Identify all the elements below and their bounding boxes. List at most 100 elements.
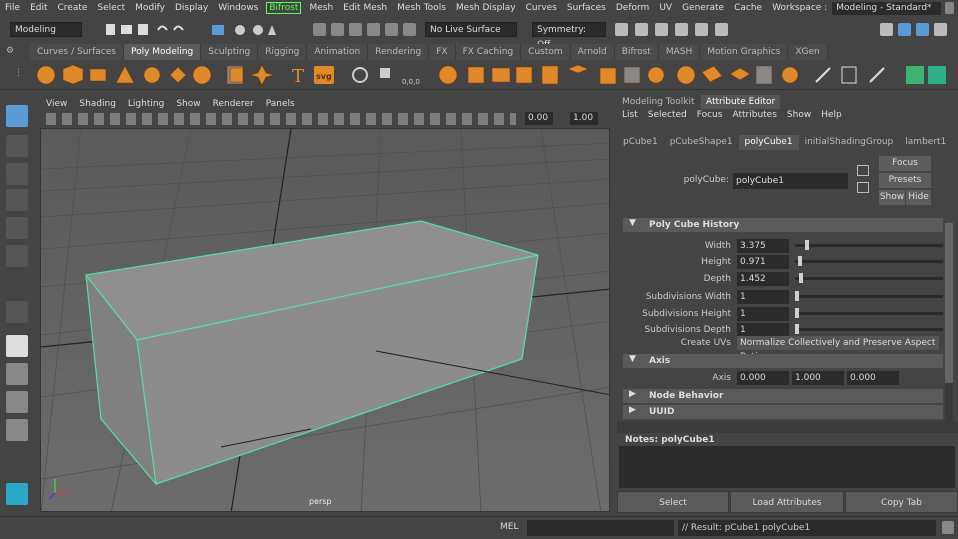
menu-generate[interactable]: Generate	[677, 3, 729, 13]
hide-button[interactable]: Hide	[906, 190, 931, 205]
show-button[interactable]: Show	[879, 190, 905, 205]
presets-button[interactable]: Presets	[879, 173, 931, 188]
menuset-dropdown[interactable]: Modeling	[10, 22, 82, 37]
live-surface-field[interactable]: No Live Surface	[425, 22, 517, 37]
focus-node-icon[interactable]	[857, 165, 869, 176]
attr-slider-knob[interactable]	[795, 291, 799, 301]
hypershade-icon[interactable]	[675, 23, 688, 36]
attr-slider-knob[interactable]	[795, 324, 799, 334]
attr-value-field[interactable]: 1	[737, 290, 789, 304]
ae-menu-show[interactable]: Show	[782, 110, 816, 124]
viewport-menu-lighting[interactable]: Lighting	[122, 99, 170, 109]
copy-tab-button[interactable]: Copy Tab	[845, 491, 958, 513]
menu-surfaces[interactable]: Surfaces	[562, 3, 611, 13]
load-attributes-button[interactable]: Load Attributes	[730, 491, 844, 513]
copy-tab-icon[interactable]	[857, 182, 869, 193]
notes-textarea[interactable]	[619, 446, 955, 488]
menu-edit[interactable]: Edit	[25, 3, 52, 13]
viewport-3d[interactable]: persp	[40, 128, 610, 512]
tab-bifrost[interactable]: Bifrost	[614, 44, 659, 60]
attr-slider-track[interactable]	[795, 295, 943, 298]
outliner-view-icon[interactable]	[6, 419, 28, 441]
menu-curves[interactable]: Curves	[521, 3, 562, 13]
tab-animation[interactable]: Animation	[307, 44, 369, 60]
pause-icon[interactable]	[715, 23, 728, 36]
modeling-toolkit-icon[interactable]	[898, 23, 911, 36]
tab-mash[interactable]: MASH	[658, 44, 701, 60]
ae-menu-help[interactable]: Help	[816, 110, 847, 124]
channel-box-icon[interactable]	[934, 23, 947, 36]
tab-sculpting[interactable]: Sculpting	[201, 44, 259, 60]
attr-slider-knob[interactable]	[799, 273, 804, 283]
notes-splitter[interactable]	[617, 421, 958, 433]
focus-button[interactable]: Focus	[879, 156, 931, 171]
menu-mesh-display[interactable]: Mesh Display	[451, 3, 521, 13]
tab-modeling-toolkit[interactable]: Modeling Toolkit	[617, 95, 700, 109]
rotate-tool-icon[interactable]	[6, 217, 28, 239]
node-tab-lambert1[interactable]: lambert1	[899, 135, 952, 150]
node-tab-pcubeshape1[interactable]: pCubeShape1	[664, 135, 739, 150]
menu-file[interactable]: File	[0, 3, 25, 13]
tab-fx-caching[interactable]: FX Caching	[455, 44, 522, 60]
lasso-tool-icon[interactable]	[6, 135, 28, 157]
menu-select[interactable]: Select	[92, 3, 130, 13]
viewport-menu-shading[interactable]: Shading	[73, 99, 122, 109]
attribute-scrollbar[interactable]	[945, 223, 953, 423]
symmetry-dropdown[interactable]: Symmetry: Off	[532, 22, 606, 50]
tab-custom[interactable]: Custom	[521, 44, 571, 60]
create-uvs-dropdown[interactable]: Normalize Collectively and Preserve Aspe…	[737, 336, 939, 362]
tab-curves-surfaces[interactable]: Curves / Surfaces	[30, 44, 124, 60]
attr-value-field[interactable]: 3.375	[737, 239, 789, 253]
ipr-render-icon[interactable]	[635, 23, 648, 36]
attr-slider-track[interactable]	[795, 312, 943, 315]
exposure-field[interactable]: 0.00	[525, 112, 553, 125]
snap-plane-icon[interactable]	[367, 23, 380, 36]
workspace-dropdown[interactable]: Modeling - Standard*	[832, 1, 941, 15]
node-tab-initialshadinggroup[interactable]: initialShadingGroup	[799, 135, 900, 150]
ae-menu-attributes[interactable]: Attributes	[727, 110, 781, 124]
select-button[interactable]: Select	[617, 491, 729, 513]
tab-motion-graphics[interactable]: Motion Graphics	[700, 44, 789, 60]
scrollbar-thumb[interactable]	[945, 223, 953, 383]
render-view-icon[interactable]	[695, 23, 708, 36]
attr-value-field[interactable]: 1	[737, 307, 789, 321]
snap-curve-icon[interactable]	[331, 23, 344, 36]
tab-fx[interactable]: FX	[429, 44, 456, 60]
menu-display[interactable]: Display	[170, 3, 213, 13]
node-tab-pcube1[interactable]: pCube1	[617, 135, 664, 150]
node-name-field[interactable]: polyCube1	[733, 173, 848, 189]
select-tool-icon[interactable]	[6, 105, 28, 127]
tab-rigging[interactable]: Rigging	[258, 44, 308, 60]
viewport-menu-panels[interactable]: Panels	[260, 99, 301, 109]
attr-value-field[interactable]: 1.452	[737, 272, 789, 286]
attr-value-field[interactable]: 0.971	[737, 255, 789, 269]
snap-grid-icon[interactable]	[313, 23, 326, 36]
tab-rendering[interactable]: Rendering	[368, 44, 430, 60]
axis-x-field[interactable]: 0.000	[737, 371, 789, 385]
attr-slider-track[interactable]	[795, 328, 943, 331]
shelf-menu-icon[interactable]: ⋮	[14, 68, 23, 78]
gamma-field[interactable]: 1.00	[570, 112, 598, 125]
menu-deform[interactable]: Deform	[611, 3, 654, 13]
menu-mesh[interactable]: Mesh	[304, 3, 338, 13]
viewport-menu-show[interactable]: Show	[170, 99, 206, 109]
menu-uv[interactable]: UV	[654, 3, 677, 13]
paint-select-icon[interactable]	[6, 163, 28, 185]
ae-menu-focus[interactable]: Focus	[692, 110, 728, 124]
render-icon[interactable]	[615, 23, 628, 36]
menu-bifrost[interactable]: Bifrost	[266, 2, 302, 14]
attr-slider-knob[interactable]	[805, 240, 810, 250]
menu-modify[interactable]: Modify	[130, 3, 170, 13]
attr-slider-knob[interactable]	[795, 308, 799, 318]
axis-y-field[interactable]: 1.000	[792, 371, 844, 385]
command-input[interactable]	[527, 520, 674, 536]
attr-slider-track[interactable]	[795, 244, 943, 247]
render-settings-icon[interactable]	[655, 23, 668, 36]
tab-arnold[interactable]: Arnold	[570, 44, 615, 60]
section-uuid[interactable]: UUID	[623, 405, 943, 419]
ae-menu-list[interactable]: List	[617, 110, 643, 124]
scale-tool-icon[interactable]	[6, 245, 28, 267]
tab-xgen[interactable]: XGen	[788, 44, 828, 60]
tab-poly-modeling[interactable]: Poly Modeling	[123, 44, 202, 60]
menu-windows[interactable]: Windows	[213, 3, 263, 13]
